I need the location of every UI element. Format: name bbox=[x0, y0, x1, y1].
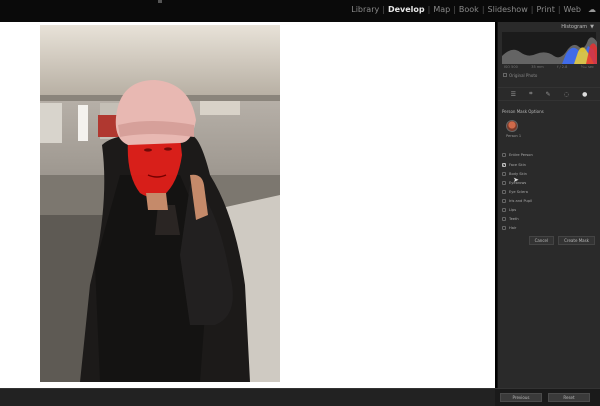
red-eye-icon[interactable]: ◌ bbox=[564, 91, 569, 98]
crop-icon[interactable]: ⌗ bbox=[529, 90, 532, 98]
image-canvas[interactable] bbox=[0, 22, 495, 388]
option-checkbox[interactable] bbox=[502, 171, 506, 176]
option-entire-person[interactable]: Entire Person bbox=[498, 150, 600, 159]
triangle-down-icon[interactable]: ▼ bbox=[590, 24, 594, 30]
option-label: Face Skin bbox=[509, 162, 526, 167]
cancel-button[interactable]: Cancel bbox=[528, 236, 555, 245]
bottom-bar: Previous Reset bbox=[0, 388, 600, 406]
create-mask-button[interactable]: Create Mask bbox=[558, 236, 595, 245]
photo[interactable] bbox=[40, 25, 280, 382]
option-checkbox[interactable] bbox=[502, 152, 506, 157]
histogram-title: Histogram bbox=[561, 24, 588, 30]
mask-actions: Cancel Create Mask bbox=[498, 236, 600, 245]
option-teeth[interactable]: Teeth bbox=[498, 214, 600, 223]
top-notch bbox=[158, 0, 162, 3]
option-hair[interactable]: Hair bbox=[498, 223, 600, 232]
module-develop[interactable]: Develop bbox=[385, 5, 428, 14]
option-label: Iris and Pupil bbox=[509, 198, 533, 203]
photo-illustration bbox=[40, 25, 280, 382]
mouse-pointer-icon: ➤ bbox=[513, 176, 519, 184]
edit-sliders-icon[interactable]: ☰ bbox=[511, 91, 516, 98]
person-label: Person 1 bbox=[506, 134, 522, 138]
filmstrip-toolbar bbox=[0, 389, 495, 406]
reset-button[interactable]: Reset bbox=[548, 393, 590, 402]
mask-options-title: Person Mask Options bbox=[502, 109, 544, 114]
masking-icon[interactable]: ● bbox=[582, 91, 587, 98]
module-slideshow[interactable]: Slideshow bbox=[485, 5, 531, 14]
module-map[interactable]: Map bbox=[430, 5, 453, 14]
histogram-header[interactable]: Histogram ▼ bbox=[498, 22, 600, 32]
option-checkbox[interactable] bbox=[502, 216, 506, 221]
option-label: Eye Sclera bbox=[509, 189, 528, 194]
option-lips[interactable]: Lips bbox=[498, 205, 600, 214]
cloud-icon[interactable]: ☁ bbox=[588, 5, 596, 14]
option-label: Teeth bbox=[509, 216, 519, 221]
original-photo-label: Original Photo bbox=[509, 72, 538, 78]
module-picker: Library | Develop | Map | Book | Slidesh… bbox=[348, 5, 596, 14]
option-checkbox[interactable] bbox=[502, 180, 506, 185]
histogram-graph bbox=[502, 37, 597, 64]
module-library[interactable]: Library bbox=[348, 5, 382, 14]
histogram-focal: 35 mm bbox=[531, 65, 544, 69]
top-bar: Library | Develop | Map | Book | Slidesh… bbox=[0, 0, 600, 22]
option-face-skin[interactable]: ✓ Face Skin bbox=[498, 160, 600, 169]
checkmark-icon[interactable]: ✓ bbox=[502, 162, 506, 167]
option-checkbox[interactable] bbox=[502, 198, 506, 203]
histogram-shutter: ¹⁄₂₅₀ sec bbox=[580, 65, 594, 69]
person-thumbnail[interactable] bbox=[506, 120, 518, 132]
original-photo-checkbox[interactable] bbox=[503, 73, 507, 77]
healing-brush-icon[interactable]: ✎ bbox=[546, 91, 551, 98]
option-label: Hair bbox=[509, 225, 517, 230]
histogram bbox=[502, 32, 597, 64]
option-iris-pupil[interactable]: Iris and Pupil bbox=[498, 196, 600, 205]
previous-button[interactable]: Previous bbox=[500, 393, 542, 402]
mask-options-list: Entire Person ✓ Face Skin Body Skin Eyeb… bbox=[498, 150, 600, 232]
histogram-info: ISO 500 35 mm f / 2.8 ¹⁄₂₅₀ sec bbox=[504, 65, 594, 70]
option-label: Body Skin bbox=[509, 171, 527, 176]
option-checkbox[interactable] bbox=[502, 189, 506, 194]
option-checkbox[interactable] bbox=[502, 207, 506, 212]
module-web[interactable]: Web bbox=[561, 5, 584, 14]
option-checkbox[interactable] bbox=[502, 225, 506, 230]
option-eye-sclera[interactable]: Eye Sclera bbox=[498, 187, 600, 196]
module-print[interactable]: Print bbox=[533, 5, 557, 14]
histogram-aperture: f / 2.8 bbox=[557, 65, 568, 69]
tool-strip: ☰ ⌗ ✎ ◌ ● bbox=[498, 87, 600, 101]
original-photo-toggle[interactable]: Original Photo bbox=[503, 72, 595, 78]
histogram-iso: ISO 500 bbox=[504, 65, 518, 69]
right-panel: Histogram ▼ ISO 500 35 mm f / 2.8 ¹⁄₂₅₀ … bbox=[497, 22, 600, 388]
option-label: Lips bbox=[509, 207, 517, 212]
option-label: Entire Person bbox=[509, 152, 533, 157]
module-book[interactable]: Book bbox=[456, 5, 482, 14]
